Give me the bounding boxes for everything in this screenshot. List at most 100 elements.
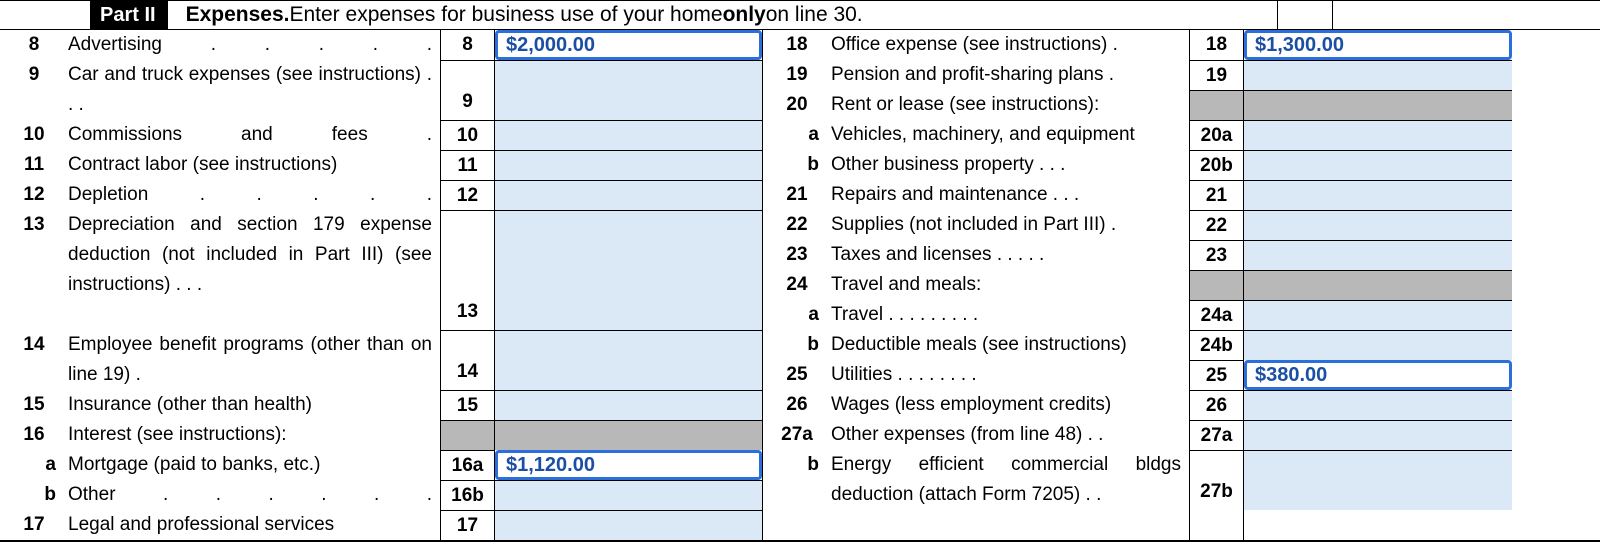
box-num: 27b bbox=[1190, 450, 1243, 510]
line-text: Contract labor (see instructions) bbox=[68, 150, 432, 180]
line-20a-label: a Vehicles, machinery, and equipment bbox=[763, 120, 1189, 150]
line-text: Pension and profit-sharing plans . bbox=[831, 60, 1181, 90]
line-num: 13 bbox=[0, 210, 68, 330]
value-14[interactable] bbox=[495, 330, 762, 390]
line-22-label: 22 Supplies (not included in Part III) . bbox=[763, 210, 1189, 240]
value-15[interactable] bbox=[495, 390, 762, 420]
value-16a[interactable]: $1,120.00 bbox=[495, 450, 762, 480]
title-bold-1: Expenses. bbox=[186, 3, 290, 27]
line-text: Utilities . . . . . . . . bbox=[831, 360, 1181, 390]
line-text: Deductible meals (see instructions) bbox=[831, 330, 1181, 360]
value-12[interactable] bbox=[495, 180, 762, 210]
line-text: Vehicles, machinery, and equipment bbox=[831, 120, 1181, 150]
box-num: 27a bbox=[1190, 420, 1243, 450]
line-num: 10 bbox=[0, 120, 68, 150]
line-text: Depletion . . . . . bbox=[68, 180, 432, 210]
value-16b[interactable] bbox=[495, 480, 762, 510]
value-22[interactable] bbox=[1244, 210, 1512, 240]
line-12-label: 12 Depletion . . . . . bbox=[0, 180, 440, 210]
box-num: 14 bbox=[441, 330, 494, 390]
line-text: Mortgage (paid to banks, etc.) bbox=[68, 450, 432, 480]
box-num: 16a bbox=[441, 450, 494, 480]
line-11-label: 11 Contract labor (see instructions) bbox=[0, 150, 440, 180]
box-num: 25 bbox=[1190, 360, 1243, 390]
value-20b[interactable] bbox=[1244, 150, 1512, 180]
line-text: Wages (less employment credits) bbox=[831, 390, 1181, 420]
right-vals-col: $1,300.00 $380.00 bbox=[1244, 30, 1512, 540]
value-18[interactable]: $1,300.00 bbox=[1244, 30, 1512, 60]
line-text: Taxes and licenses . . . . . bbox=[831, 240, 1181, 270]
line-8-label: 8 Advertising . . . . . bbox=[0, 30, 440, 60]
value-17[interactable] bbox=[495, 510, 762, 540]
value-23[interactable] bbox=[1244, 240, 1512, 270]
line-num: 21 bbox=[763, 180, 831, 210]
line-sub: b bbox=[0, 480, 68, 510]
part-header: Part II Expenses. Enter expenses for bus… bbox=[0, 0, 1600, 30]
line-num: 12 bbox=[0, 180, 68, 210]
line-text: Other business property . . . bbox=[831, 150, 1181, 180]
line-num: 26 bbox=[763, 390, 831, 420]
value-26[interactable] bbox=[1244, 390, 1512, 420]
value-24-grey bbox=[1244, 270, 1512, 300]
line-text: Advertising . . . . . bbox=[68, 30, 432, 60]
box-num: 10 bbox=[441, 120, 494, 150]
line-16a-label: a Mortgage (paid to banks, etc.) bbox=[0, 450, 440, 480]
line-text: Depreciation and section 179 expense ded… bbox=[68, 210, 432, 330]
line-num: 15 bbox=[0, 390, 68, 420]
header-cell-b bbox=[1332, 1, 1600, 29]
line-text: Travel . . . . . . . . . bbox=[831, 300, 1181, 330]
title-plain-1: Enter expenses for business use of your … bbox=[289, 3, 722, 27]
left-nums-col: 8 9 10 11 12 13 14 15 16a 16b 17 bbox=[440, 30, 495, 540]
part-badge: Part II bbox=[90, 1, 168, 29]
box-num-grey bbox=[1190, 90, 1243, 120]
line-text: Travel and meals: bbox=[831, 270, 1181, 300]
line-27b-label: b Energy efficient commercial bldgs dedu… bbox=[763, 450, 1189, 510]
right-labels-col: 18 Office expense (see instructions) . 1… bbox=[763, 30, 1189, 540]
line-20-label: 20 Rent or lease (see instructions): bbox=[763, 90, 1189, 120]
line-24-label: 24 Travel and meals: bbox=[763, 270, 1189, 300]
box-num: 16b bbox=[441, 480, 494, 510]
part-title: Expenses. Enter expenses for business us… bbox=[168, 1, 863, 29]
value-11[interactable] bbox=[495, 150, 762, 180]
line-text: Legal and professional services bbox=[68, 510, 432, 540]
title-plain-2: on line 30. bbox=[766, 3, 863, 27]
box-num: 13 bbox=[441, 210, 494, 330]
line-24a-label: a Travel . . . . . . . . . bbox=[763, 300, 1189, 330]
box-num: 11 bbox=[441, 150, 494, 180]
line-16b-label: b Other . . . . . . bbox=[0, 480, 440, 510]
box-num: 21 bbox=[1190, 180, 1243, 210]
box-num: 17 bbox=[441, 510, 494, 540]
value-27b[interactable] bbox=[1244, 450, 1512, 510]
line-27a-label: 27a Other expenses (from line 48) . . bbox=[763, 420, 1189, 450]
value-13[interactable] bbox=[495, 210, 762, 330]
line-num: 18 bbox=[763, 30, 831, 60]
line-num: 11 bbox=[0, 150, 68, 180]
line-text: Other expenses (from line 48) . . bbox=[831, 420, 1181, 450]
line-17-label: 17 Legal and professional services bbox=[0, 510, 440, 540]
line-num: 20 bbox=[763, 90, 831, 120]
line-text: Supplies (not included in Part III) . bbox=[831, 210, 1181, 240]
value-10[interactable] bbox=[495, 120, 762, 150]
line-14-label: 14 Employee benefit programs (other than… bbox=[0, 330, 440, 390]
line-text: Other . . . . . . bbox=[68, 480, 432, 510]
value-24a[interactable] bbox=[1244, 300, 1512, 330]
line-text: Employee benefit programs (other than on… bbox=[68, 330, 432, 390]
form-page: Part II Expenses. Enter expenses for bus… bbox=[0, 0, 1600, 542]
line-num: 27a bbox=[763, 420, 831, 450]
box-num: 8 bbox=[441, 30, 494, 60]
value-27a[interactable] bbox=[1244, 420, 1512, 450]
line-num: 17 bbox=[0, 510, 68, 540]
line-9-label: 9 Car and truck expenses (see instructio… bbox=[0, 60, 440, 120]
value-25[interactable]: $380.00 bbox=[1244, 360, 1512, 390]
value-21[interactable] bbox=[1244, 180, 1512, 210]
value-9[interactable] bbox=[495, 60, 762, 120]
box-num-grey bbox=[441, 420, 494, 450]
box-num: 26 bbox=[1190, 390, 1243, 420]
box-num: 24b bbox=[1190, 330, 1243, 360]
box-num-grey bbox=[1190, 270, 1243, 300]
line-sub: a bbox=[0, 450, 68, 480]
value-20a[interactable] bbox=[1244, 120, 1512, 150]
value-8[interactable]: $2,000.00 bbox=[495, 30, 762, 60]
value-19[interactable] bbox=[1244, 60, 1512, 90]
value-24b[interactable] bbox=[1244, 330, 1512, 360]
